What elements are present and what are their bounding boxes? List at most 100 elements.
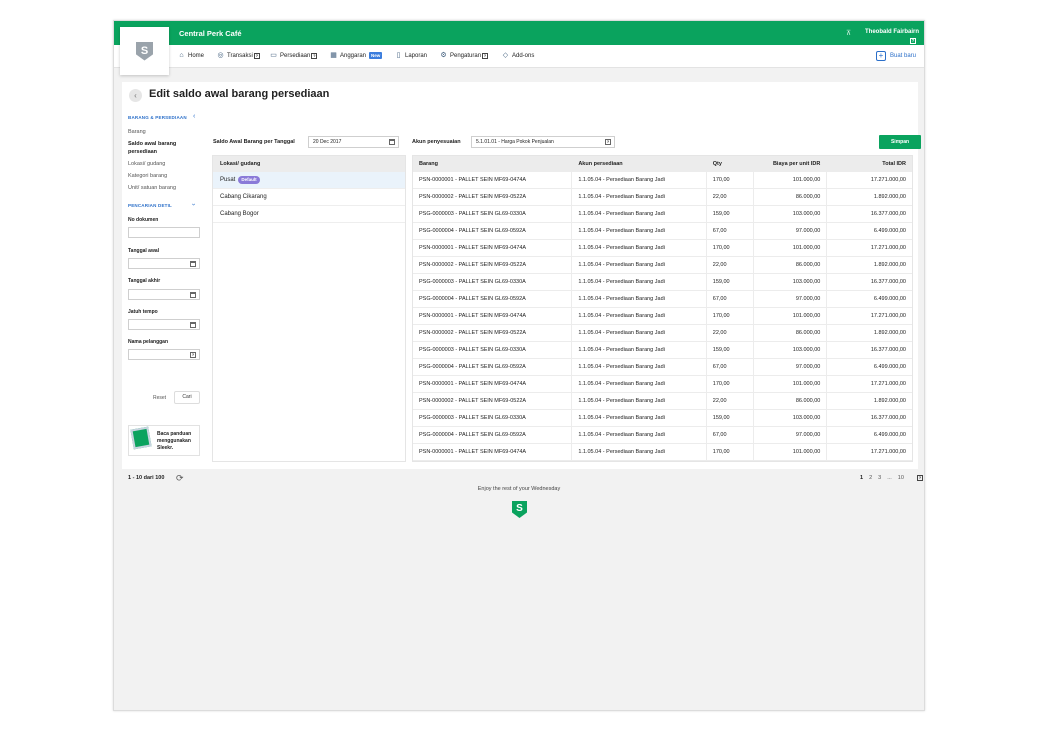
page-link[interactable]: 1 [860, 475, 863, 481]
nav-item-home[interactable]: ⌂ Home [178, 52, 204, 59]
page-link[interactable]: 3 [878, 475, 881, 481]
calendar-icon[interactable] [389, 139, 395, 145]
tanggal-akhir-input[interactable] [128, 289, 200, 300]
app-frame: Central Perk Café ⊼ Theobald Fairbairn ?… [113, 20, 925, 711]
nav-item-anggaran[interactable]: ▦ Anggaran New [330, 52, 383, 59]
table-cell: PSN-0000001 - PALLET SEIN MF69-0474A [413, 444, 573, 460]
sidebar-link-unit[interactable]: Unit/ satuan barang [128, 184, 176, 192]
location-row-cikarang[interactable]: Cabang Cikarang [213, 189, 405, 206]
search-section-title: PENCARIAN DETIL [128, 203, 173, 208]
table-cell: 1.1.05.04 - Persediaan Barang Jadi [572, 444, 707, 460]
nav-item-pengaturan[interactable]: ⚙ Pengaturan? [440, 52, 489, 59]
table-cell: 16.377.000,00 [870, 211, 906, 217]
table-row[interactable]: PSG-0000003 - PALLET SEIN GL69-0330A 1.1.… [413, 342, 912, 359]
table-cell: 170,00 [707, 308, 754, 324]
tanggal-awal-input[interactable] [128, 258, 200, 269]
table-cell: 17.271.000,00 [870, 449, 906, 455]
company-name[interactable]: Central Perk Café [179, 29, 242, 38]
reset-link[interactable]: Reset [153, 395, 166, 401]
table-cell: 1.1.05.04 - Persediaan Barang Jadi [572, 427, 707, 443]
chevron-left-icon[interactable]: ‹ [193, 113, 195, 120]
nav-item-add-ons[interactable]: ◇ Add-ons [502, 52, 535, 59]
search-button[interactable]: Cari [174, 391, 200, 404]
jatuh-tempo-input[interactable] [128, 319, 200, 330]
sidebar-link-barang[interactable]: Barang [128, 128, 146, 136]
table-row[interactable]: PSG-0000003 - PALLET SEIN GL69-0330A 1.1.… [413, 206, 912, 223]
table-row[interactable]: PSG-0000004 - PALLET SEIN GL69-0592A 1.1.… [413, 427, 912, 444]
table-cell: 97.000,00 [754, 291, 828, 307]
refresh-icon[interactable]: ⟳ [176, 473, 184, 484]
sidebar-link-kategori[interactable]: Kategori barang [128, 172, 167, 180]
nav-item-persediaan[interactable]: ▭ Persediaan? [270, 52, 318, 59]
location-row-bogor[interactable]: Cabang Bogor [213, 206, 405, 223]
table-row[interactable]: PSG-0000004 - PALLET SEIN GL69-0592A 1.1.… [413, 291, 912, 308]
page-link[interactable]: 10 [898, 475, 904, 481]
save-button[interactable]: Simpan [879, 135, 921, 149]
calendar-icon[interactable] [190, 261, 196, 267]
help-icon[interactable]: ? [917, 475, 923, 481]
user-name[interactable]: Theobald Fairbairn [865, 29, 919, 35]
table-row[interactable]: PSN-0000001 - PALLET SEIN MF69-0474A 1.1.… [413, 376, 912, 393]
nav-item-transaksi[interactable]: ◎ Transaksi? [217, 52, 260, 59]
help-icon[interactable]: ? [605, 139, 611, 145]
pagination: 1 2 3... 10 [860, 475, 910, 481]
pagination-summary: 1 - 10 dari 100 [128, 475, 165, 481]
account-select[interactable]: 5.1.01.01 - Harga Pokok Penjualan ? [471, 136, 615, 148]
table-cell: PSN-0000001 - PALLET SEIN MF69-0474A [413, 376, 573, 392]
table-row[interactable]: PSN-0000002 - PALLET SEIN MF69-0522A 1.1.… [413, 325, 912, 342]
tag-icon: ◇ [502, 52, 509, 59]
help-icon[interactable]: ? [910, 38, 916, 44]
help-icon[interactable]: ? [311, 52, 318, 59]
help-icon[interactable]: ? [190, 352, 196, 358]
nama-pelanggan-input[interactable]: ? [128, 349, 200, 360]
table-row[interactable]: PSG-0000003 - PALLET SEIN GL69-0330A 1.1.… [413, 410, 912, 427]
table-cell: 97.000,00 [754, 427, 828, 443]
table-cell: PSG-0000004 - PALLET SEIN GL69-0592A [413, 427, 573, 443]
sidebar-link-saldo-awal[interactable]: Saldo awal barang persediaan [128, 140, 188, 156]
table-cell: 101.000,00 [754, 240, 828, 256]
nav-item-laporan[interactable]: ▯ Laporan [395, 52, 427, 59]
table-row[interactable]: PSG-0000003 - PALLET SEIN GL69-0330A 1.1.… [413, 274, 912, 291]
transaction-icon: ◎ [217, 52, 224, 59]
table-row[interactable]: PSN-0000001 - PALLET SEIN MF69-0474A 1.1.… [413, 308, 912, 325]
sidebar-link-lokasi[interactable]: Lokasi/ gudang [128, 160, 165, 168]
calendar-icon[interactable] [190, 322, 196, 328]
table-cell: 22,00 [707, 189, 754, 205]
create-new-button[interactable]: + Buat baru [876, 51, 916, 61]
table-row[interactable]: PSN-0000002 - PALLET SEIN MF69-0522A 1.1.… [413, 189, 912, 206]
jatuh-tempo-label: Jatuh tempo [128, 309, 158, 315]
company-logo[interactable]: S [120, 27, 169, 75]
table-row[interactable]: PSN-0000001 - PALLET SEIN MF69-0474A 1.1.… [413, 240, 912, 257]
page-link[interactable]: 2 [869, 475, 872, 481]
table-cell: 86.000,00 [754, 393, 828, 409]
table-row[interactable]: PSN-0000002 - PALLET SEIN MF69-0522A 1.1.… [413, 257, 912, 274]
calendar-icon[interactable] [190, 292, 196, 298]
table-cell: PSN-0000002 - PALLET SEIN MF69-0522A [413, 325, 573, 341]
guide-promo[interactable]: Baca panduan menggunakan Sleekr. [128, 425, 200, 456]
table-cell: 103.000,00 [754, 274, 828, 290]
table-row[interactable]: PSN-0000001 - PALLET SEIN MF69-0474A 1.1.… [413, 444, 912, 461]
table-cell: 170,00 [707, 172, 754, 188]
location-row-pusat[interactable]: Pusat Default [213, 172, 405, 189]
tanggal-awal-label: Tanggal awal [128, 248, 160, 254]
table-cell: 1.1.05.04 - Persediaan Barang Jadi [572, 410, 707, 426]
table-row[interactable]: PSN-0000002 - PALLET SEIN MF69-0522A 1.1.… [413, 393, 912, 410]
table-cell: 16.377.000,00 [870, 415, 906, 421]
no-dokumen-input[interactable] [128, 227, 200, 238]
date-input[interactable]: 20 Dec 2017 [308, 136, 399, 148]
table-cell: PSN-0000002 - PALLET SEIN MF69-0522A [413, 257, 573, 273]
content-card: ‹ Edit saldo awal barang persediaan BARA… [122, 82, 923, 483]
help-icon[interactable]: ? [482, 52, 489, 59]
table-cell: 170,00 [707, 240, 754, 256]
table-row[interactable]: PSG-0000004 - PALLET SEIN GL69-0592A 1.1.… [413, 223, 912, 240]
location-label: Pusat [220, 176, 236, 183]
help-icon[interactable]: ? [253, 52, 260, 59]
no-dokumen-label: No dokumen [128, 217, 159, 223]
table-cell: 22,00 [707, 393, 754, 409]
table-cell: PSG-0000003 - PALLET SEIN GL69-0330A [413, 274, 573, 290]
table-row[interactable]: PSG-0000004 - PALLET SEIN GL69-0592A 1.1.… [413, 359, 912, 376]
back-button[interactable]: ‹ [129, 89, 142, 102]
table-row[interactable]: PSN-0000001 - PALLET SEIN MF69-0474A 1.1.… [413, 172, 912, 189]
table-cell: PSG-0000004 - PALLET SEIN GL69-0592A [413, 359, 573, 375]
chevron-down-icon[interactable]: ‹ [191, 203, 198, 205]
